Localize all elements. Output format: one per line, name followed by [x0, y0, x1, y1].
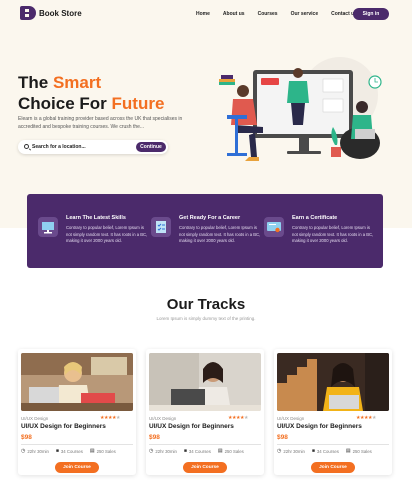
course-image — [277, 353, 389, 411]
nav-about-us[interactable]: About us — [223, 11, 245, 17]
join-course-button[interactable]: Join Course — [55, 462, 99, 473]
nav-home[interactable]: Home — [196, 11, 210, 17]
course-card[interactable]: UI/UX Design ★★★★★ UI/UX Design for Begi… — [274, 349, 392, 475]
features-band: Learn The Latest Skills Contrary to popu… — [27, 194, 383, 268]
hero-illustration — [219, 57, 382, 161]
hero-title-accent-2: Future — [111, 94, 165, 113]
course-count: 34 Courses — [60, 448, 83, 454]
video-icon: ■ — [55, 448, 59, 454]
course-price: $98 — [21, 434, 32, 441]
hero-title-accent-1: Smart — [52, 73, 102, 92]
divider — [149, 444, 261, 445]
course-price: $98 — [149, 434, 160, 441]
sign-in-button[interactable]: Sign in — [353, 8, 389, 20]
feature-text: Contrary to popular belief, Lorem Ipsum … — [66, 225, 148, 243]
course-meta: ◷ 22hr 30min ■ 34 Courses ▤ 250 Sales — [149, 448, 264, 454]
course-card[interactable]: UI/UX Design ★★★★★ UI/UX Design for Begi… — [18, 349, 136, 475]
feature-title: Earn a Certificate — [292, 215, 338, 221]
course-duration: 22hr 30min — [283, 448, 305, 454]
sales-icon: ▤ — [345, 448, 351, 454]
course-duration: 22hr 30min — [27, 448, 49, 454]
main-menu: Home About us Courses Our service Contac… — [196, 11, 370, 17]
feature-title: Get Ready For a Career — [179, 215, 241, 221]
join-course-button[interactable]: Join Course — [311, 462, 355, 473]
course-category: UI/UX Design — [149, 416, 177, 421]
course-sales: 250 Sales — [96, 448, 116, 454]
course-image — [149, 353, 261, 411]
course-count: 34 Courses — [188, 448, 211, 454]
clock-icon: ◷ — [277, 448, 282, 454]
feature-title: Learn The Latest Skills — [66, 215, 126, 221]
continue-button[interactable]: Continue — [136, 142, 166, 152]
sales-icon: ▤ — [217, 448, 223, 454]
nav-our-service[interactable]: Our service — [291, 11, 319, 17]
hero-title: The Smart Choice For Future — [18, 73, 165, 113]
star-rating: ★★★★★ — [228, 415, 248, 421]
tracks-title: Our Tracks — [166, 296, 246, 313]
course-title[interactable]: UI/UX Design for Beginners — [21, 423, 106, 430]
certificate-icon — [264, 217, 284, 237]
search-icon — [24, 144, 29, 149]
course-price: $98 — [277, 434, 288, 441]
sales-icon: ▤ — [89, 448, 95, 454]
hero-description: Elearn is a global training provider bas… — [18, 116, 183, 130]
course-image — [21, 353, 133, 411]
divider — [21, 444, 133, 445]
checklist-icon — [151, 217, 171, 237]
course-sales: 250 Sales — [352, 448, 372, 454]
course-meta: ◷ 22hr 30min ■ 34 Courses ▤ 250 Sales — [21, 448, 136, 454]
divider — [277, 444, 389, 445]
star-rating: ★★★★★ — [356, 415, 376, 421]
location-search-input[interactable] — [32, 143, 132, 151]
course-title[interactable]: UI/UX Design for Beginners — [277, 423, 362, 430]
top-navbar: Book Store Home About us Courses Our ser… — [0, 0, 412, 28]
book-logo-icon — [20, 6, 36, 20]
course-count: 34 Courses — [316, 448, 339, 454]
clock-icon: ◷ — [149, 448, 154, 454]
course-card[interactable]: UI/UX Design ★★★★★ UI/UX Design for Begi… — [146, 349, 264, 475]
course-title[interactable]: UI/UX Design for Beginners — [149, 423, 234, 430]
logo[interactable]: Book Store — [20, 6, 82, 20]
course-meta: ◷ 22hr 30min ■ 34 Courses ▤ 250 Sales — [277, 448, 392, 454]
join-course-button[interactable]: Join Course — [183, 462, 227, 473]
nav-courses[interactable]: Courses — [258, 11, 278, 17]
location-search-bar: Continue — [18, 140, 168, 154]
video-icon: ■ — [311, 448, 315, 454]
tracks-subtitle: Lorem Ipsum is simply dummy text of the … — [156, 316, 256, 321]
star-rating: ★★★★★ — [100, 415, 120, 421]
video-icon: ■ — [183, 448, 187, 454]
course-duration: 22hr 30min — [155, 448, 177, 454]
course-category: UI/UX Design — [21, 416, 49, 421]
whiteboard-icon — [38, 217, 58, 237]
brand-name: Book Store — [39, 8, 82, 18]
clock-icon: ◷ — [21, 448, 26, 454]
feature-text: Contrary to popular belief, Lorem Ipsum … — [292, 225, 374, 243]
course-sales: 250 Sales — [224, 448, 244, 454]
course-category: UI/UX Design — [277, 416, 305, 421]
feature-text: Contrary to popular belief, Lorem Ipsum … — [179, 225, 261, 243]
